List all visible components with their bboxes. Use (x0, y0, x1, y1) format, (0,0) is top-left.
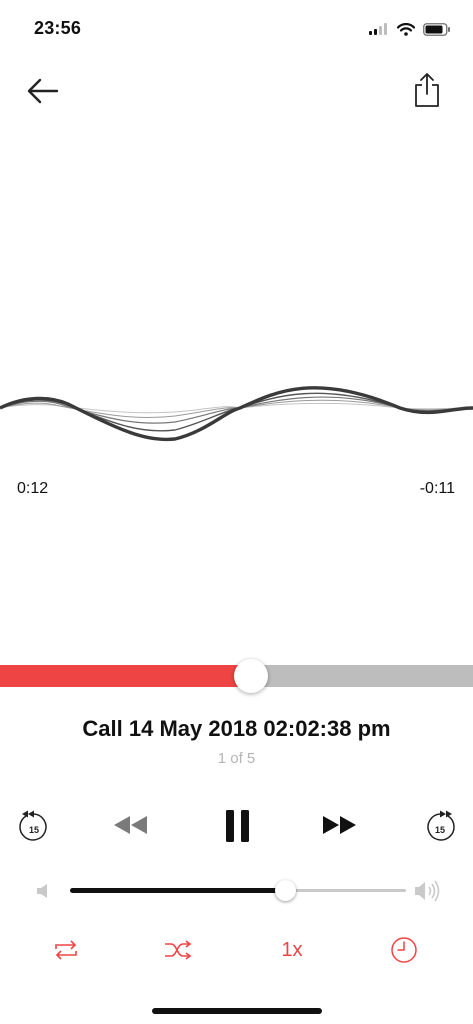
clock-icon (391, 937, 417, 963)
recording-title: Call 14 May 2018 02:02:38 pm (82, 716, 391, 741)
volume-fill (70, 888, 285, 893)
share-button[interactable] (405, 68, 449, 112)
arrow-left-icon (27, 78, 59, 104)
status-time: 23:56 (34, 18, 82, 38)
shuffle-button[interactable] (158, 930, 198, 970)
elapsed-time: 0:12 (17, 480, 49, 497)
shuffle-icon (165, 940, 192, 960)
rewind-button[interactable] (108, 808, 152, 842)
rewind-icon (114, 816, 147, 834)
cellular-signal-icon (369, 23, 387, 35)
skip-forward-button[interactable]: 15 (420, 806, 460, 846)
track-position: 1 of 5 (217, 750, 256, 767)
battery-icon (423, 22, 450, 36)
volume-low-icon (37, 884, 47, 898)
audio-waveform (0, 386, 473, 442)
remaining-time: -0:11 (419, 480, 455, 497)
skip-back-button[interactable]: 15 (14, 806, 54, 846)
fast-forward-icon (323, 816, 356, 834)
back-button[interactable] (21, 69, 65, 113)
pause-icon (226, 810, 249, 842)
volume-high-icon (415, 880, 440, 902)
skip-back-seconds: 15 (29, 825, 39, 835)
pause-button[interactable] (216, 804, 260, 848)
fast-forward-button[interactable] (318, 808, 362, 842)
skip-back-15-icon: 15 (19, 810, 47, 841)
share-icon (415, 73, 439, 107)
status-icons (369, 20, 451, 38)
home-indicator (152, 1008, 322, 1014)
repeat-button[interactable] (46, 930, 86, 970)
skip-forward-15-icon: 15 (427, 810, 455, 841)
progress-fill (0, 665, 251, 687)
skip-forward-seconds: 15 (435, 825, 445, 835)
wifi-icon (397, 22, 415, 36)
volume-thumb[interactable] (275, 880, 296, 901)
progress-thumb[interactable] (234, 659, 268, 693)
repeat-icon (55, 940, 77, 960)
sleep-timer-button[interactable] (384, 930, 424, 970)
playback-speed-button[interactable]: 1x (270, 932, 314, 968)
